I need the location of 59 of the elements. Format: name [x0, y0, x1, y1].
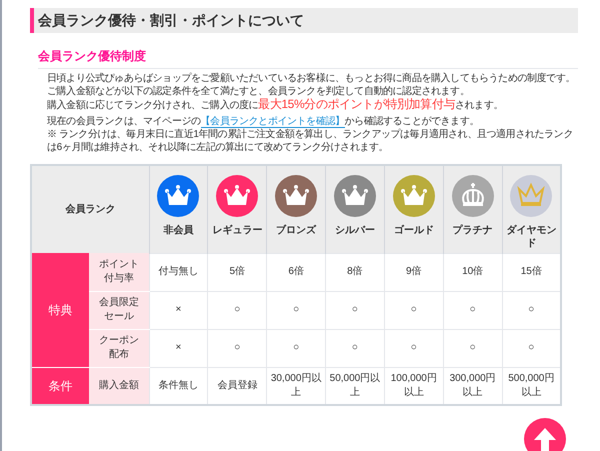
table-cell: 付与無し: [158, 266, 198, 277]
crown-icon: [157, 175, 200, 217]
rank-name: ブロンズ: [275, 224, 318, 237]
crown-icon: [334, 175, 376, 217]
table-cell: 会員登録: [217, 380, 258, 391]
table-cell: ○: [293, 304, 300, 315]
paragraph: 現在の会員ランクは、マイページの【会員ランクとポイントを確認】から確認することができます。: [47, 115, 480, 128]
table-cell: 6倍: [288, 266, 304, 277]
category-label: 条件: [48, 378, 72, 393]
crown-icon: [216, 175, 258, 217]
crown-icon: [275, 175, 318, 217]
paragraph: ※ ランク分けは、毎月末日に直近1年間の累計ご注文金額を算出し、ランクアップは毎月適用され、且つ適用されたランクは6ヶ月間は維持され、それ以降に左記の算出にて改めてランク分けされます。: [47, 128, 574, 154]
table-cell: 300,000円以上: [450, 372, 496, 398]
row-label: 購入金額: [98, 380, 139, 391]
section-heading: 会員ランク優待制度: [38, 47, 578, 69]
table-cell: ○: [352, 304, 358, 315]
arrow-up-icon: [532, 426, 558, 451]
back-to-top-button[interactable]: [524, 418, 566, 451]
table-cell: 8倍: [347, 266, 363, 277]
table-cell: 100,000円以上: [390, 372, 437, 398]
crown-icon: [392, 175, 435, 217]
table-cell: 500,000円以上: [508, 372, 554, 398]
table-cell: ○: [410, 304, 417, 315]
table-cell: 15倍: [520, 266, 542, 277]
table-cell: ○: [528, 342, 534, 353]
crown-icon: [452, 175, 494, 217]
rank-name: レギュラー: [211, 224, 264, 237]
row-label: 会員限定セール: [98, 297, 139, 322]
paragraph: ご購入金額などが以下の認定条件を全て満たすと、会員ランクを判定して自動的に認定されます。: [47, 85, 470, 98]
rank-name: 非会員: [162, 224, 194, 237]
table-cell: 9倍: [406, 266, 422, 277]
table-cell: 10倍: [462, 266, 484, 277]
header-cell: 会員ランク: [65, 204, 116, 215]
table-cell: 50,000円以上: [330, 372, 380, 398]
table-cell: 条件無し: [158, 380, 198, 391]
category-label: 特典: [48, 302, 72, 317]
rank-name: ゴールド: [392, 224, 435, 237]
paragraph: 購入金額に応じてランク分けされ、ご購入の度に最大15%分のポイントが特別加算付与されます。: [47, 98, 504, 112]
row-label: ポイント付与率: [98, 258, 139, 284]
table-cell: 30,000円以上: [270, 372, 322, 398]
rank-name: シルバー: [334, 224, 376, 237]
rank-name: ダイヤモンド: [505, 224, 558, 250]
table-cell: ○: [234, 342, 240, 353]
table-cell: ○: [470, 304, 476, 315]
table-cell: ○: [293, 342, 300, 353]
row-label: クーポン配布: [98, 335, 139, 360]
page-title: 会員ランク優待・割引・ポイントについて: [30, 8, 578, 33]
rank-name: プラチナ: [452, 224, 494, 237]
link[interactable]: 【会員ランクとポイントを確認】: [200, 116, 345, 128]
crown-icon: [510, 175, 552, 217]
table-cell: ×: [176, 342, 182, 353]
table-cell: ○: [470, 342, 476, 353]
table-cell: ○: [528, 304, 534, 315]
table-cell: ○: [352, 342, 358, 353]
table-cell: ○: [410, 342, 417, 353]
paragraph: 日頃より公式ぴゅあらばショップをご愛顧いただいているお客様に、もっとお得に商品を購入してもらうための制度です。: [47, 72, 576, 85]
table-cell: ×: [176, 304, 182, 315]
table-cell: 5倍: [229, 266, 246, 277]
table-cell: ○: [234, 304, 240, 315]
